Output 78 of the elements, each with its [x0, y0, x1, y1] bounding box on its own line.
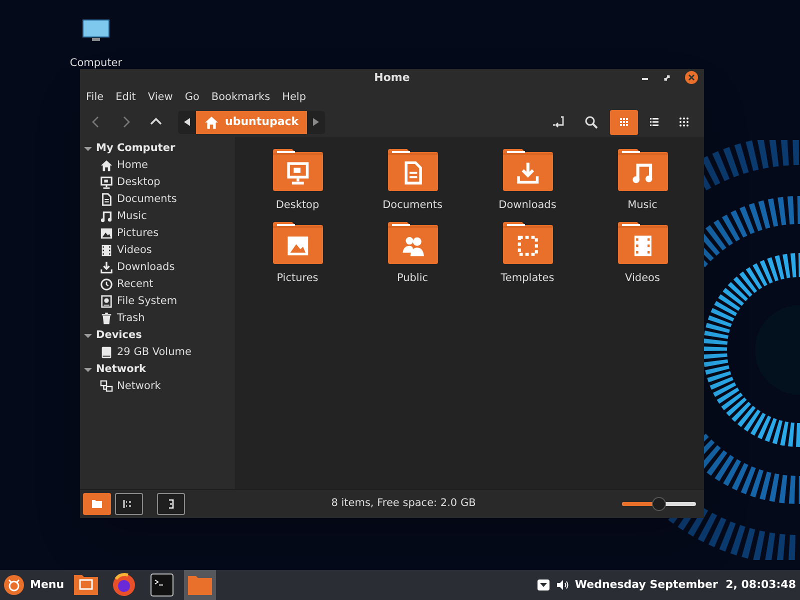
- folder-icon[interactable]: [272, 149, 324, 191]
- menu-item[interactable]: File: [86, 90, 104, 106]
- sidebar-section-title[interactable]: Devices: [96, 328, 142, 344]
- clock-icon: [100, 278, 113, 291]
- icons-view-icon: [617, 115, 631, 129]
- file-name[interactable]: Downloads: [498, 198, 556, 214]
- sidebar-item[interactable]: Network: [117, 378, 161, 394]
- sidebar-item[interactable]: Pictures: [117, 226, 159, 242]
- menu-item[interactable]: Bookmarks: [211, 90, 270, 106]
- sidebar-item[interactable]: Downloads: [117, 260, 175, 276]
- folder-icon[interactable]: [502, 222, 554, 264]
- folder-icon: [90, 497, 104, 511]
- hide-sidebar-button[interactable]: [157, 493, 185, 515]
- computer-icon[interactable]: [82, 18, 110, 44]
- expander-icon[interactable]: [84, 366, 92, 374]
- expander-icon[interactable]: [84, 144, 92, 152]
- file-name[interactable]: Music: [628, 198, 658, 214]
- file-name[interactable]: Templates: [500, 270, 554, 286]
- monitor-icon: [100, 176, 113, 189]
- trash-icon: [100, 312, 113, 325]
- volume-icon[interactable]: [556, 579, 569, 591]
- film-icon: [100, 244, 113, 257]
- sidebar-item[interactable]: File System: [117, 294, 178, 310]
- drive-icon: [100, 346, 113, 359]
- clock-text[interactable]: Wednesday September 2, 08:03:48: [574, 576, 796, 594]
- sidebar-item[interactable]: Trash: [117, 310, 145, 326]
- menu-item[interactable]: Go: [184, 90, 200, 106]
- compact-view-icon: [677, 115, 691, 129]
- left-arrow-icon[interactable]: [184, 118, 190, 126]
- tree-view-button[interactable]: [115, 493, 143, 515]
- slider-thumb[interactable]: [652, 497, 666, 511]
- folder-icon[interactable]: [386, 149, 438, 191]
- sidebar-item[interactable]: Recent: [117, 276, 154, 292]
- terminal-icon: [148, 571, 176, 599]
- status-text: 8 items, Free space: 2.0 GB: [330, 496, 477, 512]
- sidebar-item[interactable]: Videos: [117, 242, 152, 258]
- file-name[interactable]: Public: [396, 270, 428, 286]
- desktop-icon-label[interactable]: Computer: [70, 56, 122, 72]
- expander-icon[interactable]: [84, 332, 92, 340]
- icon-view-button[interactable]: [610, 110, 638, 134]
- menu-item[interactable]: Edit: [116, 90, 136, 106]
- search-icon[interactable]: [584, 115, 598, 129]
- menu-item[interactable]: Help: [282, 90, 306, 106]
- menu-item[interactable]: View: [148, 90, 173, 106]
- sidebar-section-title[interactable]: My Computer: [96, 140, 176, 156]
- menu-button[interactable]: Menu: [0, 570, 70, 600]
- logo-icon: [4, 575, 24, 595]
- file-name[interactable]: Desktop: [276, 198, 320, 214]
- sidebar-item[interactable]: 29 GB Volume: [117, 344, 192, 360]
- sidebar-item[interactable]: Home: [117, 158, 148, 174]
- drive-icon: [100, 295, 113, 308]
- folder-icon[interactable]: [272, 222, 324, 264]
- sidebar-section-title[interactable]: Network: [96, 362, 146, 378]
- folder-icon[interactable]: [502, 149, 554, 191]
- folder-icon[interactable]: [616, 222, 668, 264]
- close-icon[interactable]: [685, 71, 698, 84]
- music-note-icon: [100, 210, 113, 223]
- list-view-icon: [647, 115, 661, 129]
- folder-icon[interactable]: [616, 149, 668, 191]
- right-arrow-icon[interactable]: [312, 118, 319, 126]
- file-name[interactable]: Videos: [625, 270, 660, 286]
- window-title: Home: [374, 70, 410, 86]
- house-icon: [100, 159, 113, 172]
- sidebar-item[interactable]: Desktop: [117, 174, 160, 190]
- network-icon: [100, 380, 113, 393]
- picture-icon: [100, 227, 113, 240]
- location-toggle-icon[interactable]: [552, 115, 566, 129]
- file-name[interactable]: Pictures: [276, 270, 318, 286]
- network-icon[interactable]: [536, 579, 550, 591]
- maximize-icon[interactable]: [663, 74, 671, 82]
- download-arrow-icon: [100, 261, 113, 274]
- document-icon: [100, 193, 113, 206]
- folder-icon[interactable]: [386, 222, 438, 264]
- zoom-slider[interactable]: [622, 497, 696, 511]
- home-icon: [204, 114, 219, 130]
- file-name[interactable]: Documents: [382, 198, 442, 214]
- sidebar-item[interactable]: Documents: [117, 192, 177, 208]
- sidebar-item[interactable]: Music: [117, 208, 147, 224]
